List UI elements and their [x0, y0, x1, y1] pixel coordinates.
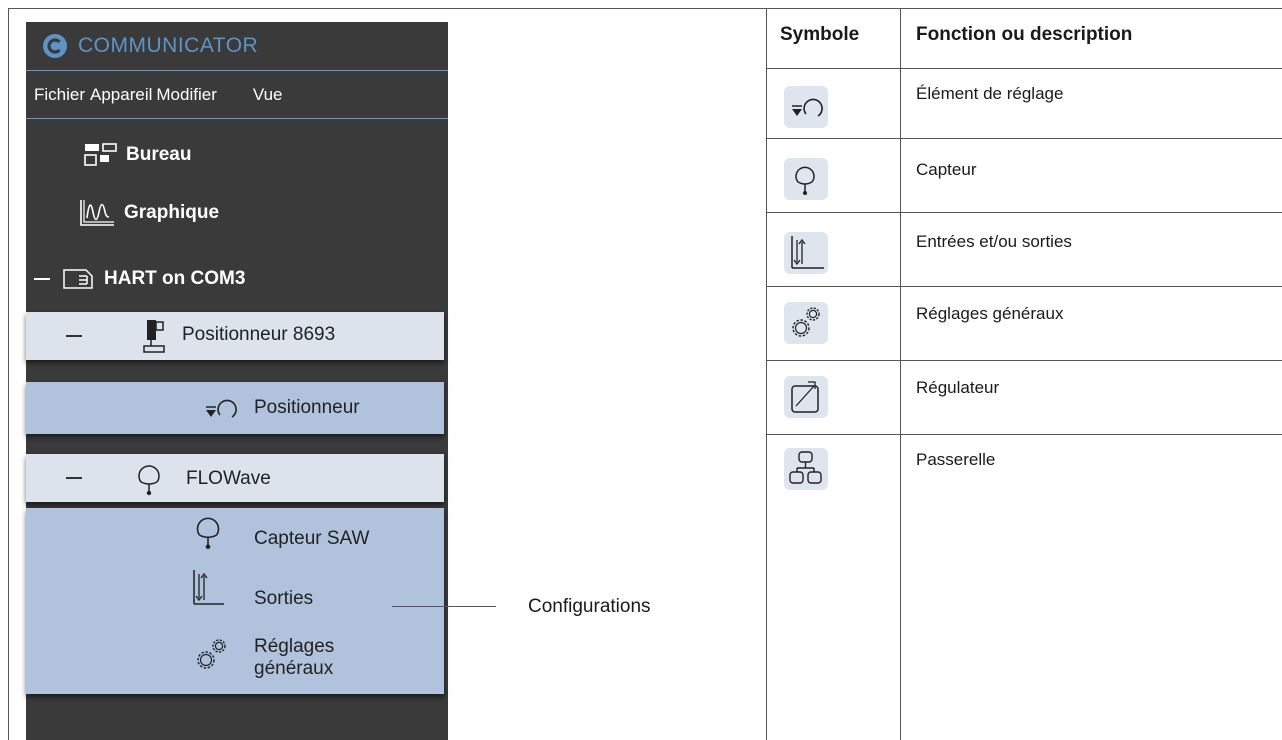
menu-divider	[26, 118, 448, 119]
desktop-icon	[84, 143, 117, 166]
menu-bar: Fichier Appareil Modifier Vue	[26, 72, 448, 118]
symbol-cell	[784, 86, 828, 128]
table-border-top	[766, 8, 1282, 9]
chart-icon	[80, 200, 114, 226]
nav-item-desktop[interactable]: Bureau	[84, 142, 191, 168]
row-text: Entrées et/ou sorties	[916, 232, 1072, 251]
nav-label-connection: HART on COM3	[104, 268, 246, 289]
nav-item-connection[interactable]: HART on COM3	[34, 267, 245, 291]
header-symbole: Symbole	[780, 24, 860, 45]
table-row-divider	[766, 138, 1282, 139]
table-row-divider	[766, 286, 1282, 287]
row-text: Régulateur	[916, 378, 1000, 397]
nav-label-desktop: Bureau	[126, 144, 192, 165]
table-header-divider	[766, 68, 1282, 69]
title-divider	[26, 70, 448, 71]
inputs-outputs-icon	[193, 570, 224, 605]
symbol-cell	[784, 158, 828, 200]
header-fonction: Fonction ou description	[916, 24, 1133, 45]
gateway-icon	[789, 451, 822, 484]
app-title: COMMUNICATOR	[78, 34, 259, 57]
menu-vue[interactable]: Vue	[253, 85, 283, 105]
row-text: Réglages généraux	[916, 304, 1064, 323]
controller-icon	[791, 381, 819, 413]
top-frame-line	[8, 8, 766, 9]
table-row-divider	[766, 434, 1282, 435]
symbol-table: Symbole Fonction ou description Élément …	[766, 8, 1282, 740]
tree-label-reglages-generaux[interactable]: Réglages généraux	[254, 636, 364, 680]
table-row-divider	[766, 360, 1282, 361]
sensor-icon	[138, 465, 160, 496]
symbol-cell	[784, 232, 828, 274]
callout-leader-line	[392, 606, 496, 607]
sensor-icon	[196, 517, 220, 550]
menu-modifier[interactable]: Modifier	[156, 85, 216, 105]
collapse-dash-icon[interactable]	[34, 278, 50, 280]
gears-icon	[792, 307, 820, 337]
nav-label-chart: Graphique	[124, 202, 220, 223]
menu-appareil[interactable]: Appareil	[90, 85, 152, 105]
positioner-device-icon	[143, 320, 165, 353]
nav-item-chart[interactable]: Graphique	[78, 198, 219, 228]
actuator-control-icon	[792, 98, 823, 117]
app-title-bar: COMMUNICATOR	[26, 22, 448, 70]
tree-item-positionneur[interactable]: Positionneur	[26, 382, 444, 434]
collapse-dash-icon[interactable]	[66, 335, 82, 337]
gears-icon	[197, 639, 226, 669]
symbol-cell	[784, 448, 828, 490]
tree-label-sorties[interactable]: Sorties	[254, 588, 313, 610]
tree-label-positionneur: Positionneur	[254, 397, 360, 418]
table-row-divider	[766, 212, 1282, 213]
tree-label-flowave: FLOWave	[186, 468, 271, 489]
folder-icon	[63, 269, 93, 289]
left-frame-line	[8, 8, 9, 740]
table-border-left	[766, 8, 767, 740]
inputs-outputs-icon	[791, 236, 824, 269]
configurations-group: Capteur SAW Sorties Réglages généraux	[26, 508, 444, 694]
tree-label-capteur-saw[interactable]: Capteur SAW	[254, 528, 369, 550]
actuator-control-icon	[206, 399, 237, 418]
table-column-divider	[900, 8, 901, 740]
tree-item-positionneur-8693[interactable]: Positionneur 8693	[26, 312, 444, 360]
row-text: Passerelle	[916, 450, 996, 469]
sensor-icon	[795, 166, 815, 195]
row-text: Capteur	[916, 160, 977, 179]
symbol-cell	[784, 302, 828, 344]
callout-label: Configurations	[528, 596, 651, 617]
tree-item-flowave[interactable]: FLOWave	[26, 454, 444, 502]
communicator-logo-icon	[43, 34, 67, 58]
menu-fichier[interactable]: Fichier	[34, 85, 85, 105]
tree-label-positionneur-8693: Positionneur 8693	[182, 324, 336, 345]
row-text: Élément de réglage	[916, 84, 1064, 103]
collapse-dash-icon[interactable]	[66, 477, 82, 479]
symbol-cell	[784, 376, 828, 418]
communicator-panel: COMMUNICATOR Fichier Appareil Modifier V…	[26, 22, 448, 740]
